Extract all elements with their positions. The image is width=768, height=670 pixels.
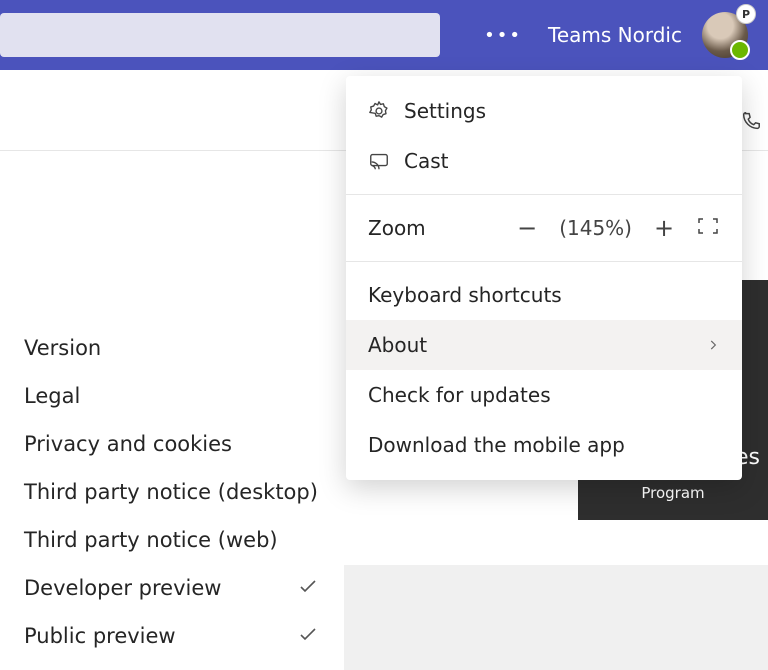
- zoom-out-button[interactable]: −: [513, 214, 541, 242]
- avatar-badge: P: [736, 4, 756, 24]
- submenu-label: Version: [24, 336, 101, 360]
- check-icon: [296, 574, 320, 603]
- phone-icon[interactable]: [740, 110, 762, 136]
- zoom-row: Zoom − (145%) +: [346, 203, 742, 253]
- menu-label: Download the mobile app: [368, 433, 625, 457]
- submenu-label: Legal: [24, 384, 80, 408]
- submenu-item-version[interactable]: Version: [0, 324, 344, 372]
- submenu-label: Privacy and cookies: [24, 432, 232, 456]
- tenant-name[interactable]: Teams Nordic: [548, 23, 682, 47]
- submenu-label: Third party notice (web): [24, 528, 278, 552]
- submenu-item-third-party-web[interactable]: Third party notice (web): [0, 516, 344, 564]
- zoom-value: (145%): [559, 216, 632, 240]
- menu-item-settings[interactable]: Settings: [346, 86, 742, 136]
- header-right: ••• Teams Nordic P: [478, 12, 748, 58]
- fullscreen-icon[interactable]: [696, 216, 720, 241]
- more-menu-button[interactable]: •••: [478, 19, 528, 52]
- menu-item-about[interactable]: About: [346, 320, 742, 370]
- menu-label: Keyboard shortcuts: [368, 283, 562, 307]
- menu-label: Cast: [404, 149, 448, 173]
- submenu-item-public-preview[interactable]: Public preview: [0, 612, 344, 660]
- search-input[interactable]: [0, 13, 440, 57]
- check-icon: [296, 622, 320, 651]
- about-submenu: Version Legal Privacy and cookies Third …: [0, 310, 344, 670]
- menu-item-download-mobile[interactable]: Download the mobile app: [346, 420, 742, 470]
- cast-icon: [368, 150, 390, 172]
- zoom-label: Zoom: [368, 216, 495, 240]
- submenu-label: Developer preview: [24, 576, 221, 600]
- menu-label: About: [368, 333, 427, 357]
- chevron-right-icon: [706, 333, 720, 357]
- menu-separator: [346, 194, 742, 195]
- menu-item-keyboard-shortcuts[interactable]: Keyboard shortcuts: [346, 270, 742, 320]
- menu-label: Settings: [404, 99, 486, 123]
- settings-menu: Settings Cast Zoom − (145%) +: [346, 76, 742, 480]
- submenu-item-privacy[interactable]: Privacy and cookies: [0, 420, 344, 468]
- submenu-item-legal[interactable]: Legal: [0, 372, 344, 420]
- submenu-label: Public preview: [24, 624, 176, 648]
- app-header: ••• Teams Nordic P: [0, 0, 768, 70]
- content-area: es Program Version Legal Privacy and coo…: [0, 70, 768, 565]
- program-label: Program: [641, 484, 704, 502]
- submenu-label: Third party notice (desktop): [24, 480, 318, 504]
- menu-item-cast[interactable]: Cast: [346, 136, 742, 186]
- submenu-item-developer-preview[interactable]: Developer preview: [0, 564, 344, 612]
- menu-item-check-updates[interactable]: Check for updates: [346, 370, 742, 420]
- menu-label: Check for updates: [368, 383, 551, 407]
- submenu-item-third-party-desktop[interactable]: Third party notice (desktop): [0, 468, 344, 516]
- avatar-button[interactable]: P: [702, 12, 748, 58]
- zoom-in-button[interactable]: +: [650, 214, 678, 242]
- gear-icon: [368, 100, 390, 122]
- menu-separator: [346, 261, 742, 262]
